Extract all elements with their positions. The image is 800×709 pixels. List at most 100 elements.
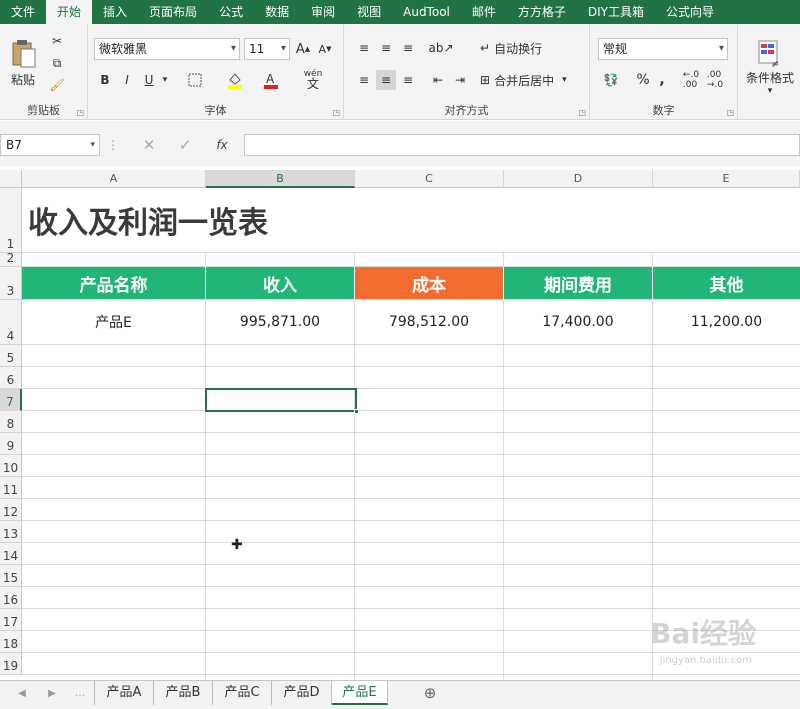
row-header-1[interactable]: 1 bbox=[0, 188, 22, 253]
number-format-select[interactable]: 常规 ▾ bbox=[598, 38, 728, 60]
increase-decimal-icon[interactable]: ←.0.00 bbox=[680, 70, 702, 90]
select-all-corner[interactable] bbox=[0, 170, 22, 188]
scroll-left-icon[interactable]: ◀ bbox=[14, 683, 30, 703]
align-left-icon[interactable]: ≡ bbox=[354, 70, 374, 90]
row-header-3[interactable]: 3 bbox=[0, 267, 22, 300]
data-cell-other[interactable]: 11,200.00 bbox=[653, 300, 800, 345]
font-name-select[interactable]: 微软雅黑 ▾ bbox=[94, 38, 240, 60]
tab-mail[interactable]: 邮件 bbox=[461, 0, 507, 24]
tab-audtool[interactable]: AudTool bbox=[392, 0, 461, 24]
row-header-11[interactable]: 11 bbox=[0, 477, 22, 499]
header-cell-revenue[interactable]: 收入 bbox=[206, 267, 355, 300]
add-sheet-icon[interactable]: ⊕ bbox=[420, 683, 440, 703]
orientation-icon[interactable]: ab↗ bbox=[428, 38, 454, 58]
comma-button[interactable]: , bbox=[654, 70, 670, 90]
italic-button[interactable]: I bbox=[118, 70, 136, 90]
header-cell-cost[interactable]: 成本 bbox=[355, 267, 504, 300]
align-top-icon[interactable]: ≡ bbox=[354, 38, 374, 58]
tab-diy-toolbox[interactable]: DIY工具箱 bbox=[577, 0, 655, 24]
grow-font-button[interactable]: A ▲ bbox=[294, 40, 312, 58]
col-header-e[interactable]: E bbox=[653, 170, 800, 188]
shrink-font-button[interactable]: A ▼ bbox=[316, 40, 334, 58]
paste-button[interactable]: 粘贴 bbox=[6, 32, 40, 94]
sheet-tab-e[interactable]: 产品E bbox=[332, 681, 388, 705]
row-header-16[interactable]: 16 bbox=[0, 587, 22, 609]
scroll-right-icon[interactable]: ▶ bbox=[44, 683, 60, 703]
tab-home[interactable]: 开始 bbox=[46, 0, 93, 24]
row-header-2[interactable]: 2 bbox=[0, 251, 22, 267]
fill-handle[interactable] bbox=[354, 409, 359, 414]
row-header-5[interactable]: 5 bbox=[0, 345, 22, 367]
fill-color-icon[interactable] bbox=[224, 70, 246, 90]
underline-button[interactable]: U bbox=[140, 70, 158, 90]
formula-input[interactable] bbox=[244, 134, 800, 156]
border-icon[interactable] bbox=[184, 70, 206, 90]
increase-indent-icon[interactable]: ⇥ bbox=[450, 70, 470, 90]
accounting-format-icon[interactable]: 💱 bbox=[598, 70, 624, 90]
more-tabs-icon[interactable]: … bbox=[72, 683, 88, 703]
row-header-10[interactable]: 10 bbox=[0, 455, 22, 477]
row-header-14[interactable]: 14 bbox=[0, 543, 22, 565]
conditional-format-button[interactable]: ≠ 条件格式 ▾ bbox=[742, 32, 798, 102]
row-header-13[interactable]: 13 bbox=[0, 521, 22, 543]
col-header-a[interactable]: A bbox=[22, 170, 206, 188]
data-cell-product[interactable]: 产品E bbox=[22, 300, 206, 345]
data-cell-period-expense[interactable]: 17,400.00 bbox=[504, 300, 653, 345]
row-header-15[interactable]: 15 bbox=[0, 565, 22, 587]
clipboard-launcher-icon[interactable]: ◳ bbox=[76, 108, 84, 117]
col-header-b[interactable]: B bbox=[206, 170, 355, 188]
underline-dropdown-icon[interactable]: ▾ bbox=[160, 70, 170, 90]
percent-button[interactable]: % bbox=[634, 70, 652, 90]
tab-page-layout[interactable]: 页面布局 bbox=[138, 0, 208, 24]
col-header-d[interactable]: D bbox=[504, 170, 653, 188]
sheet-tab-d[interactable]: 产品D bbox=[272, 681, 332, 705]
copy-icon[interactable]: ⧉ bbox=[46, 54, 68, 72]
header-cell-period-expense[interactable]: 期间费用 bbox=[504, 267, 653, 300]
format-painter-icon[interactable]: 🖌 bbox=[46, 76, 68, 94]
header-cell-other[interactable]: 其他 bbox=[653, 267, 800, 300]
tab-data[interactable]: 数据 bbox=[254, 0, 300, 24]
align-right-icon[interactable]: ≡ bbox=[398, 70, 418, 90]
align-center-icon[interactable]: ≡ bbox=[376, 70, 396, 90]
tab-insert[interactable]: 插入 bbox=[92, 0, 138, 24]
font-color-icon[interactable]: A bbox=[260, 70, 282, 90]
row-header-18[interactable]: 18 bbox=[0, 631, 22, 653]
row-header-4[interactable]: 4 bbox=[0, 300, 22, 345]
cancel-icon[interactable]: ✕ bbox=[138, 134, 160, 156]
font-size-select[interactable]: 11 ▾ bbox=[244, 38, 290, 60]
tab-file[interactable]: 文件 bbox=[0, 0, 46, 24]
row-header-12[interactable]: 12 bbox=[0, 499, 22, 521]
col-header-c[interactable]: C bbox=[355, 170, 504, 188]
wrap-text-button[interactable]: ↵ 自动换行 bbox=[480, 38, 580, 58]
tab-view[interactable]: 视图 bbox=[346, 0, 392, 24]
header-cell-product-name[interactable]: 产品名称 bbox=[22, 267, 206, 300]
cut-icon[interactable]: ✂ bbox=[46, 32, 68, 50]
align-middle-icon[interactable]: ≡ bbox=[376, 38, 396, 58]
sheet-tab-b[interactable]: 产品B bbox=[154, 681, 213, 705]
row-header-9[interactable]: 9 bbox=[0, 433, 22, 455]
row-header-7[interactable]: 7 bbox=[0, 389, 22, 411]
tab-formulas[interactable]: 公式 bbox=[208, 0, 254, 24]
font-launcher-icon[interactable]: ◳ bbox=[332, 108, 340, 117]
tab-formula-wizard[interactable]: 公式向导 bbox=[655, 0, 725, 24]
tab-review[interactable]: 审阅 bbox=[300, 0, 346, 24]
data-cell-cost[interactable]: 798,512.00 bbox=[355, 300, 504, 345]
row-header-19[interactable]: 19 bbox=[0, 653, 22, 675]
row-header-8[interactable]: 8 bbox=[0, 411, 22, 433]
decrease-indent-icon[interactable]: ⇤ bbox=[428, 70, 448, 90]
insert-function-button[interactable]: fx bbox=[208, 134, 236, 156]
number-launcher-icon[interactable]: ◳ bbox=[726, 108, 734, 117]
sheet-tab-a[interactable]: 产品A bbox=[94, 681, 154, 705]
tab-fangfang[interactable]: 方方格子 bbox=[507, 0, 577, 24]
phonetic-icon[interactable]: wén 文 bbox=[298, 66, 328, 92]
align-bottom-icon[interactable]: ≡ bbox=[398, 38, 418, 58]
data-cell-revenue[interactable]: 995,871.00 bbox=[206, 300, 355, 345]
row-header-6[interactable]: 6 bbox=[0, 367, 22, 389]
sheet-title[interactable]: 收入及利润一览表 bbox=[22, 188, 800, 253]
enter-check-icon[interactable]: ✓ bbox=[174, 134, 196, 156]
selected-cell-b7[interactable] bbox=[205, 388, 359, 414]
row-header-17[interactable]: 17 bbox=[0, 609, 22, 631]
name-box[interactable]: B7 ▾ bbox=[0, 134, 100, 156]
alignment-launcher-icon[interactable]: ◳ bbox=[578, 108, 586, 117]
bold-button[interactable]: B bbox=[96, 70, 114, 90]
